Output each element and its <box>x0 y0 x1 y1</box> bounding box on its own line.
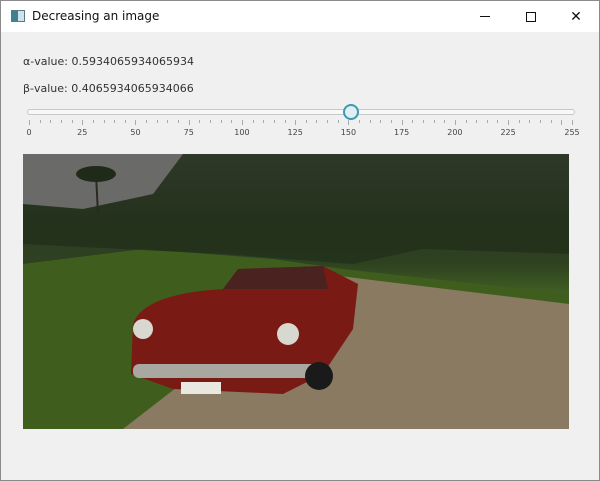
minor-tick <box>124 120 126 123</box>
minor-tick <box>263 120 265 123</box>
minor-tick <box>39 120 41 123</box>
minor-tick <box>359 120 361 123</box>
minor-tick <box>114 120 116 123</box>
slider-track[interactable] <box>27 109 575 115</box>
slider-thumb[interactable] <box>343 104 360 120</box>
minor-tick <box>156 120 158 123</box>
major-tick <box>401 120 403 125</box>
minor-tick <box>476 120 478 123</box>
title-bar: Decreasing an image ✕ <box>1 1 599 32</box>
close-button[interactable]: ✕ <box>553 1 599 32</box>
minor-tick <box>412 120 414 123</box>
minor-tick <box>380 120 382 123</box>
minor-tick <box>92 120 94 123</box>
tick-label: 255 <box>564 128 580 137</box>
car-image <box>23 154 569 429</box>
minor-tick <box>220 120 222 123</box>
minor-tick <box>305 120 307 123</box>
minor-tick <box>422 120 424 123</box>
minor-tick <box>529 120 531 123</box>
minor-tick <box>540 120 542 123</box>
tick-label: 75 <box>183 128 194 137</box>
close-icon: ✕ <box>570 8 582 25</box>
major-tick <box>295 120 297 125</box>
minor-tick <box>486 120 488 123</box>
minor-tick <box>60 120 62 123</box>
tick-label: 0 <box>26 128 32 137</box>
tick-label: 175 <box>394 128 410 137</box>
major-tick <box>29 120 30 125</box>
minor-tick <box>497 120 499 123</box>
minor-tick <box>284 120 286 123</box>
minor-tick <box>210 120 211 123</box>
window-title: Decreasing an image <box>32 9 160 23</box>
minor-tick <box>199 120 201 123</box>
major-tick <box>508 120 510 125</box>
minor-tick <box>231 120 233 123</box>
minor-tick <box>178 120 180 123</box>
minor-tick <box>444 120 446 123</box>
maximize-button[interactable] <box>508 1 554 32</box>
minor-tick <box>103 120 105 123</box>
alpha-value-label: α-value: 0.5934065934065934 <box>23 55 194 68</box>
tick-label: 225 <box>500 128 516 137</box>
car-photo-illustration <box>23 154 569 429</box>
minor-tick <box>518 120 520 123</box>
minor-tick <box>316 120 318 123</box>
minor-tick <box>167 120 169 123</box>
major-tick <box>135 120 137 125</box>
minor-tick <box>337 120 339 123</box>
tick-label: 150 <box>340 128 357 137</box>
minor-tick <box>50 120 52 123</box>
maximize-icon <box>526 11 536 22</box>
minor-tick <box>71 120 73 123</box>
minor-tick <box>391 120 392 123</box>
tick-label: 50 <box>130 128 141 137</box>
minor-tick <box>465 120 467 123</box>
minor-tick <box>252 120 254 123</box>
tick-label: 125 <box>287 128 303 137</box>
minor-tick <box>433 120 435 123</box>
minor-tick <box>327 120 329 123</box>
major-tick <box>82 120 84 125</box>
major-tick <box>561 120 563 125</box>
app-window: Decreasing an image ✕ α-value: 0.5934065… <box>0 0 600 481</box>
minimize-button[interactable] <box>462 1 508 32</box>
minor-tick <box>369 120 371 123</box>
tick-label: 200 <box>447 128 463 137</box>
tick-label: 25 <box>77 128 88 137</box>
minor-tick <box>273 120 275 123</box>
beta-value-label: β-value: 0.4065934065934066 <box>23 82 194 95</box>
app-icon <box>11 10 25 22</box>
minor-tick <box>146 120 148 123</box>
major-tick <box>188 120 190 125</box>
minimize-icon <box>480 16 490 17</box>
major-tick <box>241 120 243 125</box>
minor-tick <box>550 120 552 123</box>
major-tick <box>454 120 456 125</box>
major-tick <box>572 120 573 125</box>
tick-label: 100 <box>234 128 250 137</box>
major-tick <box>348 120 350 125</box>
